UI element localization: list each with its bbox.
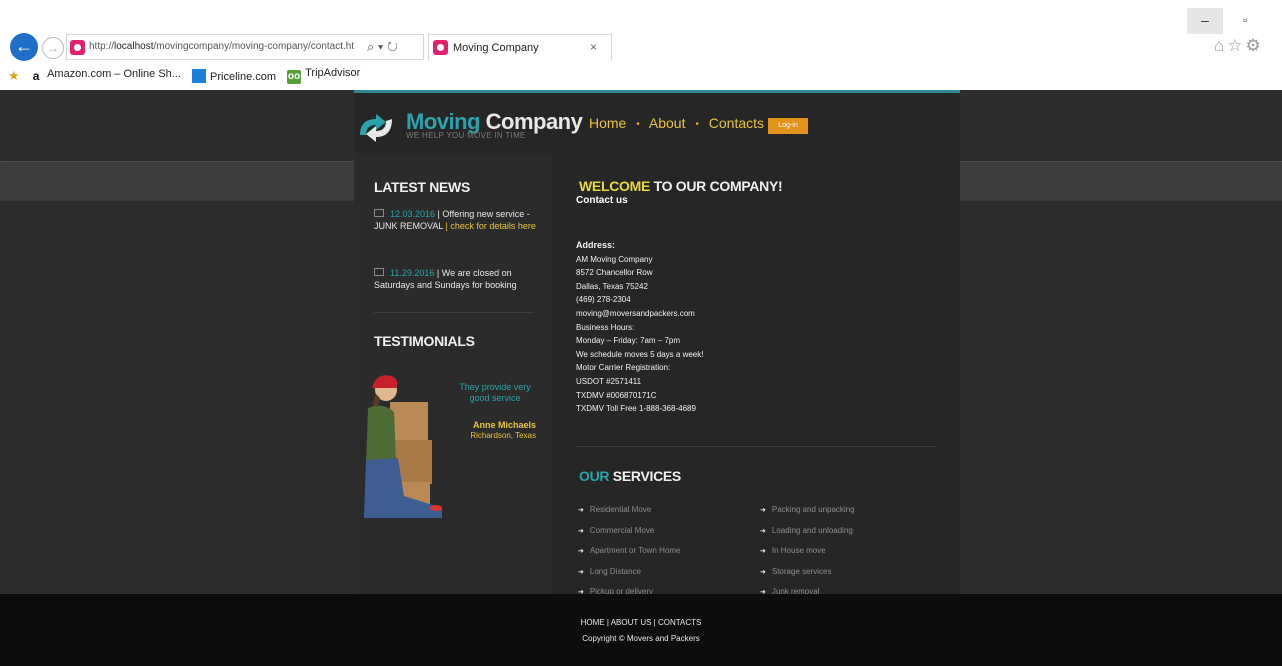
content-divider xyxy=(576,446,936,447)
phone-number: (469) 278-2304 xyxy=(576,295,631,305)
business-hours-label: Business Hours: xyxy=(576,322,635,332)
address-bar[interactable]: http://localhost/movingcompany/moving-co… xyxy=(66,34,424,60)
arrow-icon: ➜ xyxy=(760,507,766,514)
service-item: ➜ Loading and unloading xyxy=(760,525,853,535)
window-restore-button[interactable]: ▫ xyxy=(1231,8,1259,34)
testimonial-quote: They provide very good service xyxy=(459,382,531,403)
nav-contacts[interactable]: Contacts xyxy=(709,115,764,131)
testimonial-name: Anne Michaels xyxy=(472,420,536,430)
arrow-icon: ➜ xyxy=(578,568,584,576)
favorite-amazon[interactable]: a Amazon.com – Online Sh... xyxy=(29,68,181,83)
address-label: Address: xyxy=(576,240,616,250)
service-item: ➜ Long Distance xyxy=(578,566,642,576)
testimonial-photo xyxy=(354,368,444,518)
latest-news-title: LATEST NEWS xyxy=(374,179,470,195)
testimonials-title: TESTIMONIALS xyxy=(374,333,475,349)
calendar-icon xyxy=(374,268,384,276)
service-item: ➜ Apartment or Town Home xyxy=(578,546,681,555)
services-list-left: ➜ Residential Move ➜ Commercial Move ➜ Apar… xyxy=(578,500,748,603)
site-footer: HOME | ABOUT US | CONTACTS Copyright © M… xyxy=(0,594,1282,666)
browser-chrome: ← → http://localhost/movingcompany/movin… xyxy=(0,0,1282,90)
sidebar-divider xyxy=(374,312,534,313)
forward-button[interactable]: → xyxy=(42,37,64,59)
site-header: Moving Company WE HELP YOU MOVE IN TIME … xyxy=(354,93,960,153)
schedule-note: We schedule moves 5 days a week! xyxy=(576,349,704,359)
registration-label: Motor Carrier Registration: xyxy=(576,363,671,373)
txdmv-toll-free: TXDMV Toll Free 1-888-368-4689 xyxy=(576,404,696,414)
contact-details: Address: AM Moving Company 8572 Chancell… xyxy=(576,239,896,416)
address-line: Dallas, Texas 75242 xyxy=(576,281,648,291)
calendar-icon xyxy=(374,209,384,217)
testimonial-location: Richardson, Texas xyxy=(470,431,536,440)
arrow-icon: ➜ xyxy=(578,548,584,555)
site-container: Moving Company WE HELP YOU MOVE IN TIME … xyxy=(354,90,960,597)
tab-favicon-icon xyxy=(433,40,448,55)
logo-arrows-icon xyxy=(360,114,392,142)
arrow-icon: ➜ xyxy=(760,568,766,576)
footer-links: HOME | ABOUT US | CONTACTS xyxy=(580,618,702,627)
arrow-icon: ➜ xyxy=(578,527,584,535)
favorites-bar: ★ a Amazon.com – Online Sh... Priceline.c… xyxy=(8,67,368,87)
usdot-number: USDOT #2571411 xyxy=(576,376,642,386)
email-address[interactable]: moving@moversandpackers.com xyxy=(576,307,896,321)
sidebar: LATEST NEWS 12.03.2016 | Offering new se… xyxy=(354,153,552,597)
main-content: WELCOME TO OUR COMPANY! Contact us Addre… xyxy=(576,153,946,597)
tripadvisor-icon: oo xyxy=(287,70,302,84)
nav-home[interactable]: Home xyxy=(589,115,626,131)
logo-tagline: WE HELP YOU MOVE IN TIME xyxy=(406,131,526,140)
service-item: ➜ Commercial Move xyxy=(578,525,655,535)
url-path: /movingcompany/moving-company/contact.ht xyxy=(153,41,355,52)
news-details-link[interactable]: | check for details here xyxy=(443,221,536,231)
login-button[interactable]: Log-in xyxy=(768,118,808,134)
tab-close-icon[interactable]: × xyxy=(590,40,597,54)
arrow-icon: ➜ xyxy=(760,548,766,555)
service-item: ➜ In House move xyxy=(760,546,826,555)
nav-about[interactable]: About xyxy=(649,115,686,131)
main-nav: Home • About • Contacts • xyxy=(589,115,783,131)
arrow-icon: ➜ xyxy=(578,507,584,514)
services-list-right: ➜ Packing and unpacking ➜ Loading and unlo… xyxy=(760,500,930,603)
copyright-text: Copyright © Movers and Packers xyxy=(582,634,700,643)
service-item: ➜ Packing and unpacking xyxy=(760,505,855,514)
news-date: 11.29.2016 xyxy=(390,268,435,278)
contact-heading: Contact us xyxy=(576,195,628,206)
address-url[interactable]: http://localhost/movingcompany/moving-co… xyxy=(89,41,354,52)
business-hours: Monday – Friday: 7am – 7pm xyxy=(576,336,681,346)
web-page: Moving Company WE HELP YOU MOVE IN TIME … xyxy=(0,90,1282,666)
address-bar-icons[interactable]: ⌕ ▾ ↻ xyxy=(367,39,398,55)
url-domain: localhost xyxy=(114,41,154,52)
tab-title: Moving Company xyxy=(453,42,539,54)
amazon-icon: a xyxy=(32,69,40,83)
address-line: AM Moving Company xyxy=(576,254,653,264)
site-favicon-icon xyxy=(70,40,85,55)
nav-separator: • xyxy=(695,118,699,130)
news-item: 12.03.2016 | Offering new service - JUNK… xyxy=(374,209,536,231)
browser-tab[interactable]: Moving Company × xyxy=(428,34,612,60)
txdmv-number: TXDMV #006870171C xyxy=(576,390,657,400)
service-item: ➜ Storage services xyxy=(760,566,832,576)
priceline-icon xyxy=(192,68,207,83)
url-scheme: http:// xyxy=(89,41,115,52)
nav-separator: • xyxy=(636,118,640,130)
news-item: 11.29.2016 | We are closed on Saturdays … xyxy=(374,268,517,290)
toolbar-home-star-gear-icons[interactable]: ⌂☆⚙ xyxy=(1214,36,1264,56)
footer-link-home[interactable]: HOME xyxy=(581,618,605,627)
services-heading: OUR SERVICES xyxy=(579,468,681,484)
favorite-priceline[interactable]: Priceline.com xyxy=(192,68,276,83)
favorite-tripadvisor[interactable]: oo TripAdvisor xyxy=(287,67,360,84)
news-date: 12.03.2016 xyxy=(390,209,436,219)
footer-link-about[interactable]: ABOUT US xyxy=(611,618,652,627)
window-minimize-button[interactable]: – xyxy=(1187,8,1223,34)
service-item: ➜ Residential Move xyxy=(578,505,652,514)
footer-link-contacts[interactable]: CONTACTS xyxy=(658,618,701,627)
arrow-icon: ➜ xyxy=(760,527,766,535)
address-line: 8572 Chancellor Row xyxy=(576,268,653,278)
welcome-heading: WELCOME TO OUR COMPANY! xyxy=(579,178,783,194)
favorites-star-icon[interactable]: ★ xyxy=(8,68,26,84)
back-button[interactable]: ← xyxy=(10,33,38,61)
